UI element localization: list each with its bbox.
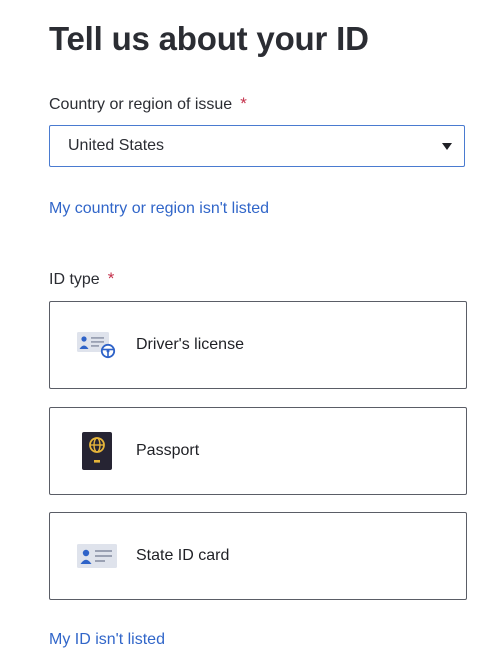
country-select[interactable]: United States bbox=[49, 125, 465, 167]
country-select-value: United States bbox=[68, 137, 165, 154]
id-not-listed-link[interactable]: My ID isn't listed bbox=[49, 631, 165, 649]
passport-icon bbox=[76, 430, 118, 472]
drivers-license-icon bbox=[76, 324, 118, 366]
id-option-passport[interactable]: Passport bbox=[49, 407, 467, 495]
required-asterisk: * bbox=[107, 269, 115, 288]
id-option-state-id-card[interactable]: State ID card bbox=[49, 512, 467, 600]
country-not-listed-link[interactable]: My country or region isn't listed bbox=[49, 200, 269, 218]
country-field-label: Country or region of issue * bbox=[49, 94, 247, 114]
required-asterisk: * bbox=[240, 94, 247, 113]
caret-down-icon bbox=[442, 143, 452, 150]
id-option-label: Driver's license bbox=[136, 336, 244, 353]
state-id-card-icon bbox=[76, 535, 118, 577]
id-option-drivers-license[interactable]: Driver's license bbox=[49, 301, 467, 389]
id-option-label: Passport bbox=[136, 442, 200, 459]
id-type-field-label: ID type * bbox=[49, 269, 114, 289]
country-label-text: Country or region of issue bbox=[49, 96, 233, 113]
id-option-label: State ID card bbox=[136, 547, 230, 564]
page-title: Tell us about your ID bbox=[49, 20, 369, 57]
id-type-label-text: ID type bbox=[49, 271, 100, 288]
